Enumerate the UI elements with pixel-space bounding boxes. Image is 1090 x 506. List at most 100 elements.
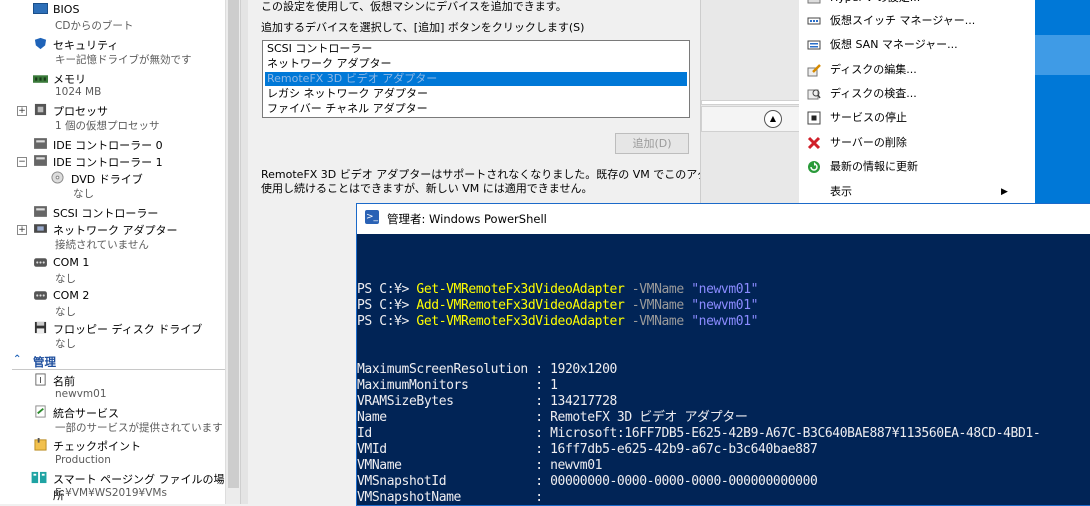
tree-item-com1[interactable]: COM 1 [53, 256, 89, 269]
output-line: VMSnapshotName : [357, 490, 543, 505]
tree-sub-floppy: なし [55, 338, 76, 350]
command-line: PS C:¥> Get-VMRemoteFx3dVideoAdapter -VM… [357, 282, 758, 298]
tree-sub-network: 接続されていません [55, 239, 149, 251]
powershell-titlebar[interactable]: >_ 管理者: Windows PowerShell [357, 204, 1090, 232]
argument: "newvm01" [691, 314, 759, 329]
floppy-icon [34, 321, 47, 334]
desktop-highlight [1035, 35, 1090, 75]
tree-sub-integration: 一部のサービスが提供されています [55, 422, 223, 434]
tree-sub-com2: なし [55, 306, 76, 318]
device-option[interactable]: レガシ ネットワーク アダプター [265, 87, 687, 101]
bios-icon [33, 3, 48, 14]
output-line: Name : RemoteFX 3D ビデオ アダプター [357, 410, 748, 425]
tree-item-dvd[interactable]: DVD ドライブ [71, 171, 143, 187]
name-icon: I [35, 373, 46, 386]
tree-item-scsi[interactable]: SCSI コントローラー [53, 205, 158, 221]
expand-processor-icon[interactable]: + [17, 106, 27, 116]
device-option-selected[interactable]: RemoteFX 3D ビデオ アダプター [265, 72, 687, 86]
device-list[interactable]: SCSI コントローラー ネットワーク アダプター RemoteFX 3D ビデ… [262, 40, 690, 118]
command-line: PS C:¥> Get-VMRemoteFx3dVideoAdapter -VM… [357, 314, 758, 330]
powershell-console[interactable]: PS C:¥> Get-VMRemoteFx3dVideoAdapter -VM… [357, 234, 1090, 505]
device-option[interactable]: SCSI コントローラー [265, 42, 687, 56]
scrollbar-thumb[interactable] [228, 0, 239, 488]
device-option[interactable]: ネットワーク アダプター [265, 57, 687, 71]
tree-item-security[interactable]: セキュリティ [53, 37, 118, 53]
tree-item-processor[interactable]: プロセッサ [53, 103, 108, 119]
collapse-up-icon[interactable]: ▲ [764, 110, 782, 128]
virtual-san-icon [807, 40, 821, 50]
parameter: -VMName [624, 282, 692, 297]
section-divider [12, 369, 225, 370]
add-button[interactable]: 追加(D) [615, 133, 689, 154]
output-line: MaximumScreenResolution : 1920x1200 [357, 362, 617, 377]
management-header: 管理 [33, 355, 56, 369]
tree-sub-memory: 1024 MB [55, 86, 102, 98]
tree-sub-com1: なし [55, 273, 76, 285]
tree-sub-dvd: なし [73, 188, 94, 200]
tree-item-ide0[interactable]: IDE コントローラー 0 [53, 137, 163, 153]
powershell-title: 管理者: Windows PowerShell [387, 212, 547, 226]
scsi-controller-icon [34, 206, 47, 217]
command-line: PS C:¥> Add-VMRemoteFx3dVideoAdapter -VM… [357, 298, 758, 314]
submenu-arrow-icon: ▶ [1001, 187, 1008, 197]
ide-controller-icon [34, 138, 47, 149]
tree-scrollbar[interactable] [225, 0, 241, 504]
tree-item-ide1[interactable]: IDE コントローラー 1 [53, 154, 163, 170]
ide-controller-icon [34, 155, 47, 166]
hardware-tree: BIOS CDからのブート セキュリティ キー記憶ドライブが無効です メモリ 1… [0, 0, 225, 504]
shield-icon [34, 37, 47, 50]
network-adapter-icon [34, 224, 47, 233]
action-view[interactable]: 表示 ▶ [807, 182, 1012, 202]
tree-item-floppy[interactable]: フロッピー ディスク ドライブ [53, 321, 202, 337]
pane-divider[interactable] [240, 0, 248, 504]
cmdlet: Get-VMRemoteFx3dVideoAdapter [416, 282, 625, 297]
tree-item-network[interactable]: ネットワーク アダプター [53, 222, 178, 238]
output-line: MaximumMonitors : 1 [357, 378, 558, 393]
prompt: PS C:¥> [357, 282, 417, 297]
prompt: PS C:¥> [357, 314, 417, 329]
prompt: PS C:¥> [357, 298, 417, 313]
powershell-window[interactable]: >_ 管理者: Windows PowerShell PS C:¥> Get-V… [356, 203, 1090, 506]
com-port-icon [34, 291, 47, 300]
settings-icon [807, 0, 821, 4]
collapse-ide1-icon[interactable]: − [17, 157, 27, 167]
output-line: VMSnapshotId : 00000000-0000-0000-0000-0… [357, 474, 818, 489]
inspect-disk-icon [807, 89, 821, 100]
parameter: -VMName [624, 298, 692, 313]
processor-icon [34, 103, 47, 116]
pane-edge [701, 100, 801, 105]
paging-file-icon [31, 471, 47, 484]
delete-icon [807, 136, 821, 150]
tree-item-memory[interactable]: メモリ [53, 71, 86, 87]
dvd-icon [51, 171, 64, 184]
tree-sub-name: newvm01 [55, 388, 107, 400]
refresh-icon [808, 161, 820, 173]
checkpoint-icon [34, 438, 47, 451]
virtual-switch-icon [807, 17, 821, 25]
integration-services-icon [35, 405, 46, 418]
expand-network-icon[interactable]: + [17, 225, 27, 235]
output-line: VMName : newvm01 [357, 458, 603, 473]
tree-sub-processor: 1 個の仮想プロセッサ [55, 120, 160, 132]
argument: "newvm01" [691, 298, 759, 313]
argument: "newvm01" [691, 282, 759, 297]
tree-sub-security: キー記憶ドライブが無効です [55, 54, 192, 66]
management-section-header[interactable]: ⌃ 管理 [0, 353, 225, 369]
add-hardware-intro: この設定を使用して、仮想マシンにデバイスを追加できます。 [261, 0, 567, 13]
pane-header [701, 106, 801, 132]
remotefx-note-line2: 使用し続けることはできますが、新しい VM には適用できません。 [261, 182, 593, 195]
device-option[interactable]: ファイバー チャネル アダプター [265, 102, 687, 116]
tree-item-integration[interactable]: 統合サービス [53, 405, 119, 421]
tree-item-com2[interactable]: COM 2 [53, 289, 89, 302]
collapse-section-icon: ⌃ [13, 354, 22, 365]
svg-text:I: I [39, 375, 41, 385]
tree-item-checkpoint[interactable]: チェックポイント [53, 438, 141, 454]
tree-item-name[interactable]: 名前 [53, 373, 75, 389]
tree-item-bios[interactable]: BIOS [53, 3, 79, 16]
tree-sub-checkpoint: Production [55, 454, 111, 466]
com-port-icon [34, 258, 47, 267]
cmdlet: Get-VMRemoteFx3dVideoAdapter [416, 314, 625, 329]
powershell-icon: >_ [365, 210, 379, 224]
tree-sub-paging: E:¥VM¥WS2019¥VMs [55, 487, 167, 499]
output-line: VMId : 16ff7db5-e625-42b9-a67c-b3c640bae… [357, 442, 818, 457]
